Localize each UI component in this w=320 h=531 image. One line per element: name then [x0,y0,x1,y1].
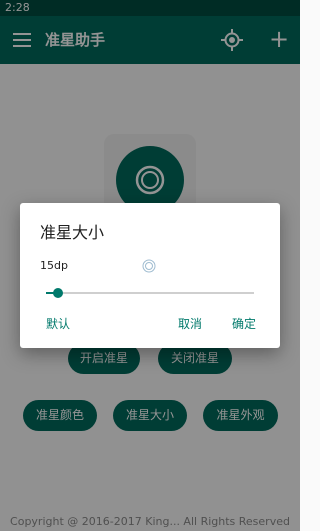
size-dialog: 准星大小 15dp 默认 取消 确定 [20,203,280,348]
size-value: 15dp [40,259,68,272]
screen: 2:28 准星助手 + 开启准星 关闭准星 准星颜色 准星大小 准星外观 Cop… [0,0,300,531]
dialog-title: 准星大小 [40,223,105,242]
cancel-button[interactable]: 取消 [178,315,202,333]
crosshair-preview-icon [142,258,156,273]
default-button[interactable]: 默认 [46,315,70,333]
ok-button[interactable]: 确定 [232,315,256,333]
size-slider-thumb[interactable] [53,288,64,298]
size-slider-track[interactable] [46,292,254,294]
